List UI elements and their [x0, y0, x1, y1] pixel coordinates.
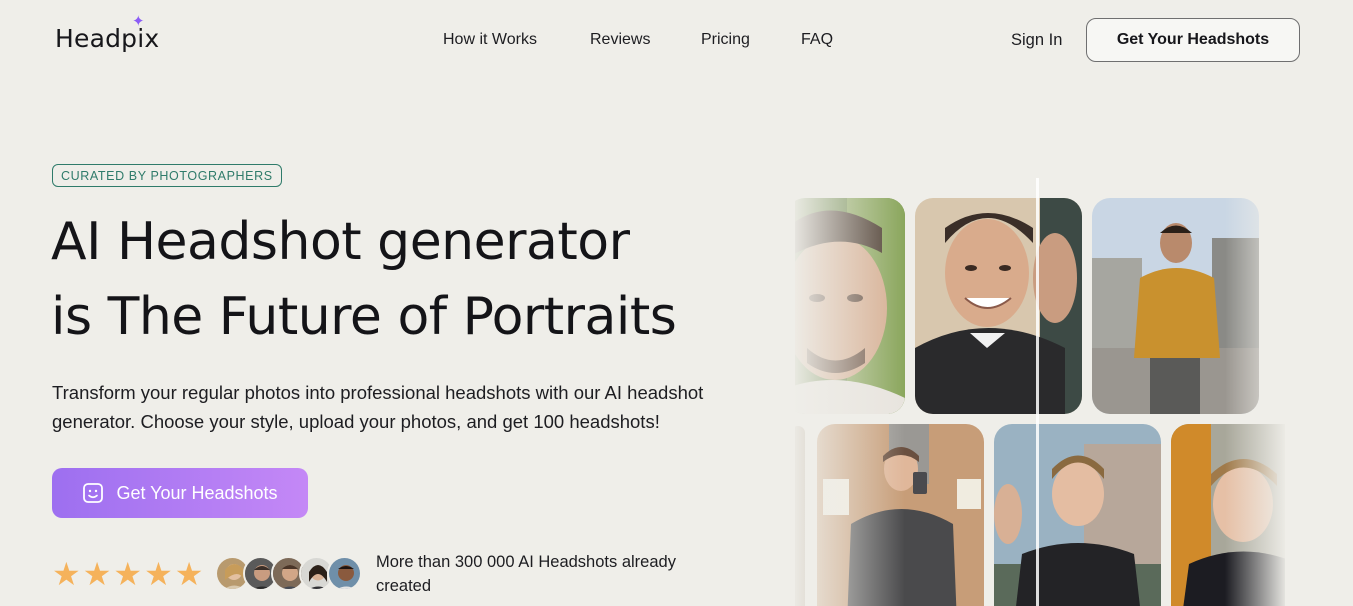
- headshot-photo: [994, 424, 1161, 606]
- nav-pricing[interactable]: Pricing: [701, 31, 750, 49]
- social-proof-text: More than 300 000 AI Headshots already c…: [376, 553, 676, 595]
- smile-icon: [83, 483, 104, 503]
- sign-in-link[interactable]: Sign In: [1011, 31, 1062, 50]
- headshot-photo: [795, 426, 805, 606]
- headshot-photo: [817, 424, 984, 606]
- nav-reviews[interactable]: Reviews: [590, 31, 650, 49]
- headshot-photo: [795, 198, 905, 414]
- headshot-photo: [1171, 424, 1285, 606]
- star-icon: ★: [52, 556, 81, 592]
- nav-faq[interactable]: FAQ: [801, 31, 833, 49]
- hero-get-headshots-button[interactable]: Get Your Headshots: [52, 468, 308, 518]
- hero-title-line-2: is The Future of Portraits: [51, 287, 677, 347]
- comparison-divider[interactable]: [1036, 178, 1039, 606]
- curated-badge: CURATED BY PHOTOGRAPHERS: [52, 164, 282, 187]
- headshot-photo: [1092, 198, 1259, 414]
- hero-title-line-1: AI Headshot generator: [51, 212, 630, 272]
- hero-cta-label: Get Your Headshots: [116, 482, 278, 503]
- star-icon: ★: [174, 556, 204, 592]
- site-header: Headpix ✦ How it Works Reviews Pricing F…: [0, 0, 1353, 80]
- nav-how-it-works[interactable]: How it Works: [443, 31, 537, 49]
- sparkle-icon: ✦: [132, 13, 145, 30]
- headshot-photo: [915, 198, 1082, 414]
- star-icon: ★: [113, 556, 143, 592]
- star-icon: ★: [144, 556, 173, 592]
- avatar: [327, 556, 362, 591]
- headshot-gallery: [795, 170, 1285, 606]
- star-icon: ★: [82, 556, 112, 592]
- header-get-headshots-button[interactable]: Get Your Headshots: [1086, 18, 1300, 62]
- rating-stars: ★ ★ ★ ★ ★: [52, 558, 203, 590]
- hero-subtitle: Transform your regular photos into profe…: [52, 382, 704, 432]
- hero-title: AI Headshot generator is The Future of P…: [51, 205, 677, 355]
